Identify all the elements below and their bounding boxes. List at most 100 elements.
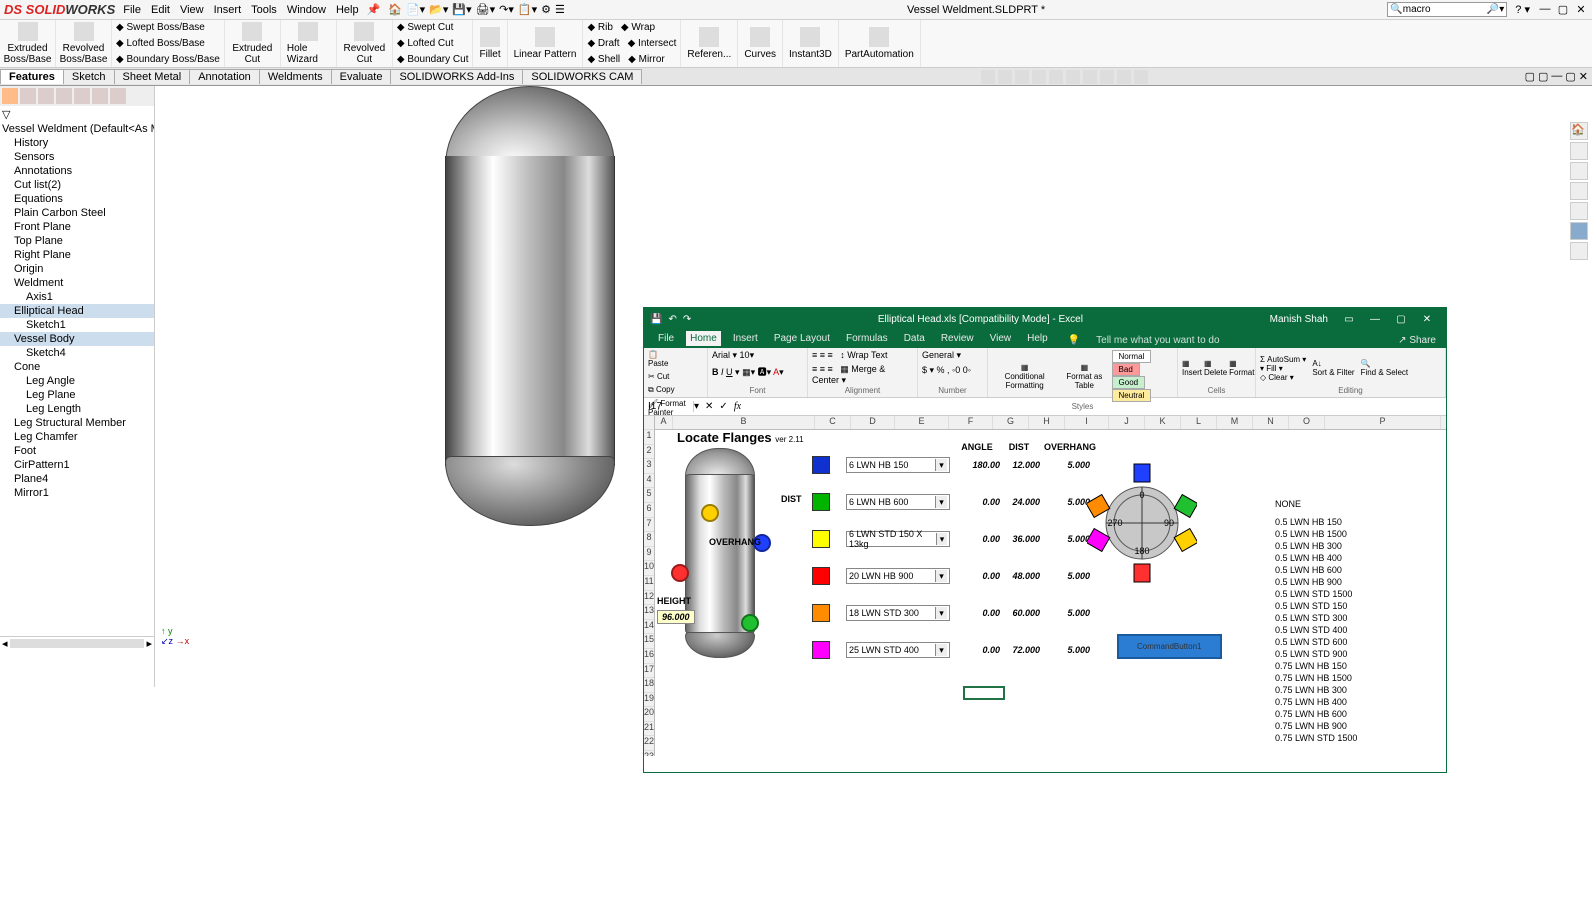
tree-sensors[interactable]: Sensors bbox=[0, 150, 154, 164]
delete-cells[interactable]: ▦Delete bbox=[1204, 359, 1227, 377]
merge-button[interactable]: ≡ ≡ ≡ ▦ Merge & Center ▾ bbox=[812, 364, 913, 386]
tree-vessel-body[interactable]: Vessel Body bbox=[0, 332, 154, 346]
minimize-icon[interactable]: — bbox=[1362, 314, 1388, 325]
tab-weldments[interactable]: Weldments bbox=[259, 69, 332, 84]
autosum[interactable]: Σ AutoSum ▾ bbox=[1260, 355, 1306, 364]
tree-scrollbar[interactable]: ◂▸ bbox=[0, 636, 154, 650]
copy-button[interactable]: ⧉ Copy bbox=[648, 385, 675, 395]
ribbon-misc-group[interactable]: ◆ Rib◆ Wrap◆ Draft◆ Intersect◆ Shell◆ Mi… bbox=[583, 20, 681, 67]
tab-sheet-metal[interactable]: Sheet Metal bbox=[114, 69, 191, 84]
sort-filter[interactable]: A↓Sort & Filter bbox=[1312, 359, 1354, 377]
menu-tools[interactable]: Tools bbox=[251, 4, 277, 16]
ribbon-options-icon[interactable]: ▭ bbox=[1336, 314, 1362, 325]
excel-grid[interactable]: 1234567891011121314151617181920212223 AB… bbox=[644, 416, 1446, 756]
tree-leg-chamfer[interactable]: Leg Chamfer bbox=[0, 430, 154, 444]
tree-sketch4[interactable]: Sketch4 bbox=[0, 346, 154, 360]
tree-toolbar[interactable] bbox=[0, 86, 154, 106]
dist-cell[interactable]: 72.000 bbox=[1004, 645, 1040, 655]
restore-icon[interactable]: ▢ bbox=[1388, 314, 1414, 325]
tree-cone[interactable]: Cone bbox=[0, 360, 154, 374]
angle-cell[interactable]: 0.00 bbox=[964, 645, 1000, 655]
tree-sketch1[interactable]: Sketch1 bbox=[0, 318, 154, 332]
excel-tab-review[interactable]: Review bbox=[937, 331, 978, 346]
quick-access-toolbar[interactable]: 🏠📄▾📂▾💾▾🖨▾↷▾📋▾⚙☰ bbox=[388, 3, 565, 16]
insert-cells[interactable]: ▦Insert bbox=[1182, 359, 1202, 377]
tree-elliptical-head[interactable]: Elliptical Head bbox=[0, 304, 154, 318]
tab-solidworks-add-ins[interactable]: SOLIDWORKS Add-Ins bbox=[390, 69, 523, 84]
tree-origin[interactable]: Origin bbox=[0, 262, 154, 276]
linear-pattern-button[interactable]: Linear Pattern bbox=[508, 20, 584, 67]
tree-cirpattern1[interactable]: CirPattern1 bbox=[0, 458, 154, 472]
pin-icon[interactable]: 📌 bbox=[367, 3, 381, 16]
dist-cell[interactable]: 60.000 bbox=[1004, 608, 1040, 618]
flange-combo[interactable]: 20 LWN HB 900▾ bbox=[846, 568, 950, 584]
cancel-icon[interactable]: ✕ bbox=[699, 401, 719, 412]
window-controls[interactable]: —▢✕ bbox=[1538, 3, 1588, 16]
ribbon-boss-group[interactable]: ◆ Swept Boss/Base◆ Lofted Boss/Base◆ Bou… bbox=[112, 20, 225, 67]
revolved-cut-button[interactable]: RevolvedCut bbox=[337, 20, 393, 67]
share-icon[interactable]: ↗ Share bbox=[1394, 333, 1440, 348]
instant3d-button[interactable]: Instant3D bbox=[783, 20, 839, 67]
menu-insert[interactable]: Insert bbox=[214, 4, 242, 16]
tab-features[interactable]: Features bbox=[0, 69, 64, 84]
excel-ribbon-tabs[interactable]: FileHomeInsertPage LayoutFormulasDataRev… bbox=[644, 330, 1446, 348]
excel-tab-page-layout[interactable]: Page Layout bbox=[770, 331, 834, 346]
tree-annotations[interactable]: Annotations bbox=[0, 164, 154, 178]
overhang-cell[interactable]: 5.000 bbox=[1044, 571, 1090, 581]
tree-filter[interactable]: ▽ bbox=[0, 106, 154, 122]
dist-cell[interactable]: 12.000 bbox=[1004, 460, 1040, 470]
font-size[interactable]: 10 bbox=[740, 350, 750, 360]
tree-history[interactable]: History bbox=[0, 136, 154, 150]
style-neutral[interactable]: Neutral bbox=[1112, 389, 1152, 402]
view-tools[interactable] bbox=[981, 70, 1148, 84]
excel-tab-view[interactable]: View bbox=[986, 331, 1016, 346]
tab-sketch[interactable]: Sketch bbox=[63, 69, 115, 84]
tree-top-plane[interactable]: Top Plane bbox=[0, 234, 154, 248]
tree-axis1[interactable]: Axis1 bbox=[0, 290, 154, 304]
enter-icon[interactable]: ✓ bbox=[719, 401, 727, 412]
angle-cell[interactable]: 0.00 bbox=[964, 497, 1000, 507]
tree-front-plane[interactable]: Front Plane bbox=[0, 220, 154, 234]
row-headers[interactable]: 1234567891011121314151617181920212223 bbox=[644, 416, 655, 756]
excel-tab-insert[interactable]: Insert bbox=[729, 331, 762, 346]
number-buttons[interactable]: $ ▾ % , ◦0 0◦ bbox=[922, 365, 971, 376]
menu-window[interactable]: Window bbox=[287, 4, 326, 16]
command-button[interactable]: CommandButton1 bbox=[1117, 634, 1221, 659]
height-value[interactable]: 96.000 bbox=[657, 610, 695, 624]
cond-format[interactable]: ▦Conditional Formatting bbox=[992, 363, 1057, 390]
partautomation-button[interactable]: PartAutomation bbox=[839, 20, 921, 67]
tree-mirror1[interactable]: Mirror1 bbox=[0, 486, 154, 500]
tree-weldment[interactable]: Weldment bbox=[0, 276, 154, 290]
tab-evaluate[interactable]: Evaluate bbox=[331, 69, 392, 84]
ribbon-cut-group[interactable]: ◆ Swept Cut◆ Lofted Cut◆ Boundary Cut bbox=[393, 20, 474, 67]
angle-cell[interactable]: 0.00 bbox=[964, 571, 1000, 581]
excel-tab-formulas[interactable]: Formulas bbox=[842, 331, 892, 346]
hole-wizard-button[interactable]: Hole Wizard bbox=[281, 20, 337, 67]
tree-cut-list-2-[interactable]: Cut list(2) bbox=[0, 178, 154, 192]
paste-button[interactable]: 📋Paste bbox=[648, 350, 668, 368]
overhang-cell[interactable]: 5.000 bbox=[1044, 645, 1090, 655]
angle-cell[interactable]: 180.00 bbox=[964, 460, 1000, 470]
format-as-table[interactable]: ▦Format as Table bbox=[1061, 363, 1107, 390]
clear[interactable]: ◇ Clear ▾ bbox=[1260, 373, 1306, 382]
tree-plane4[interactable]: Plane4 bbox=[0, 472, 154, 486]
tree-root[interactable]: Vessel Weldment (Default<As Mach bbox=[0, 122, 154, 136]
viewport-controls[interactable]: ▢▢—▢✕ bbox=[1525, 70, 1592, 83]
feature-tree[interactable]: ▽ Vessel Weldment (Default<As Mach Histo… bbox=[0, 86, 155, 687]
excel-tab-file[interactable]: File bbox=[654, 331, 678, 346]
overhang-cell[interactable]: 5.000 bbox=[1044, 608, 1090, 618]
style-good[interactable]: Good bbox=[1112, 376, 1146, 389]
style-normal[interactable]: Normal bbox=[1112, 350, 1152, 363]
extruded-cut-button[interactable]: ExtrudedCut bbox=[225, 20, 281, 67]
fill[interactable]: ▾ Fill ▾ bbox=[1260, 364, 1306, 373]
menu-edit[interactable]: Edit bbox=[151, 4, 170, 16]
overhang-cell[interactable]: 5.000 bbox=[1044, 460, 1090, 470]
flange-combo[interactable]: 6 LWN STD 150 X 13kg▾ bbox=[846, 531, 950, 547]
format-cells[interactable]: ▦Format bbox=[1229, 359, 1254, 377]
search-box[interactable]: 🔍 macro🔎▾ bbox=[1387, 2, 1507, 17]
excel-qat[interactable]: 💾↶↷ bbox=[650, 314, 691, 325]
find-select[interactable]: 🔍Find & Select bbox=[1361, 359, 1409, 377]
style-bad[interactable]: Bad bbox=[1112, 363, 1140, 376]
curves-button[interactable]: Curves bbox=[738, 20, 783, 67]
extruded-boss-button[interactable]: ExtrudedBoss/Base bbox=[0, 20, 56, 67]
